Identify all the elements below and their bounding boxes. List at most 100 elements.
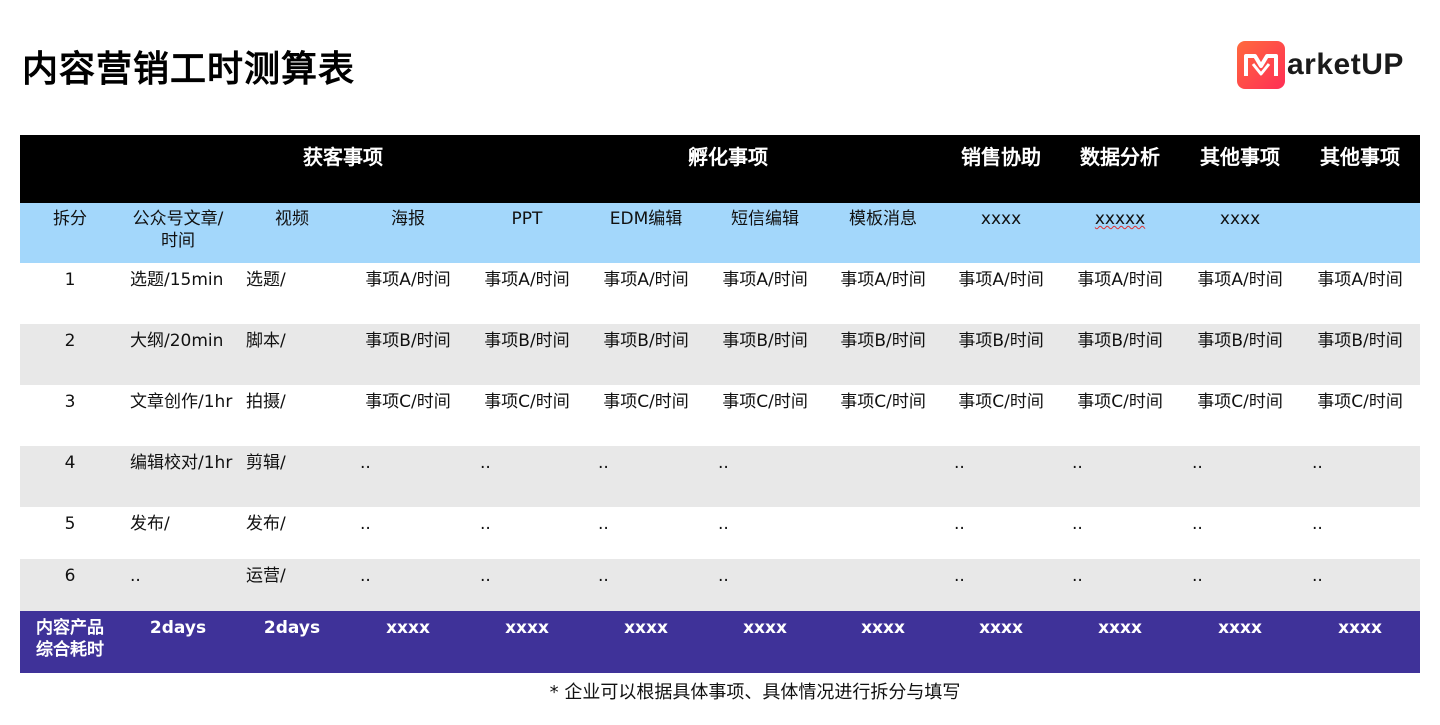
cell	[824, 559, 943, 611]
cell: ..	[348, 559, 468, 611]
col-sms: 短信编辑	[706, 203, 825, 263]
cell: ..	[586, 507, 707, 559]
cell: 事项C/时间	[586, 385, 707, 446]
worktime-table: 获客事项 孵化事项 销售协助 数据分析 其他事项 其他事项 拆分 公众号文章/时…	[20, 135, 1421, 673]
total-label: 内容产品综合耗时	[20, 611, 120, 673]
cell: ..	[468, 446, 586, 507]
total-value: 2days	[236, 611, 348, 673]
cell	[824, 507, 943, 559]
cell: 事项A/时间	[586, 263, 707, 324]
page-title: 内容营销工时测算表	[22, 49, 356, 90]
marketup-m-icon	[1237, 41, 1285, 89]
cell: ..	[706, 507, 825, 559]
cell: 事项B/时间	[824, 324, 943, 385]
cell: 事项A/时间	[1300, 263, 1421, 324]
cell: ..	[468, 507, 586, 559]
cell: 事项A/时间	[468, 263, 586, 324]
article-step: ..	[120, 559, 236, 611]
col-poster: 海报	[348, 203, 468, 263]
col-ppt: PPT	[468, 203, 586, 263]
row-number: 1	[20, 263, 120, 324]
article-step: 编辑校对/1hr	[120, 446, 236, 507]
cell: ..	[1060, 446, 1181, 507]
cell: 事项C/时间	[468, 385, 586, 446]
cell: 事项C/时间	[1180, 385, 1301, 446]
cell: 事项B/时间	[348, 324, 468, 385]
cell: 事项B/时间	[468, 324, 586, 385]
table-row: 1 选题/15min 选题/ 事项A/时间 事项A/时间 事项A/时间 事项A/…	[20, 263, 1421, 324]
group-data-analysis: 数据分析	[1060, 135, 1181, 203]
group-incubation: 孵化事项	[688, 145, 769, 169]
marketup-logo: arketUP	[1237, 41, 1404, 89]
cell: 事项C/时间	[824, 385, 943, 446]
cell: 事项A/时间	[942, 263, 1061, 324]
table-row: 3 文章创作/1hr 拍摄/ 事项C/时间 事项C/时间 事项C/时间 事项C/…	[20, 385, 1421, 446]
cell: ..	[1060, 507, 1181, 559]
total-value: xxxx	[706, 611, 825, 673]
cell: ..	[1300, 559, 1421, 611]
col-video: 视频	[236, 203, 348, 263]
cell: ..	[706, 446, 825, 507]
total-value: xxxx	[1300, 611, 1421, 673]
row-number: 3	[20, 385, 120, 446]
cell: 事项B/时间	[1060, 324, 1181, 385]
cell: 事项C/时间	[942, 385, 1061, 446]
cell: 事项B/时间	[586, 324, 707, 385]
group-sales-assist: 销售协助	[942, 135, 1061, 203]
cell: ..	[348, 507, 468, 559]
col-template-msg: 模板消息	[824, 203, 943, 263]
cell: ..	[1180, 559, 1301, 611]
cell: 事项C/时间	[1300, 385, 1421, 446]
col-split: 拆分	[20, 203, 120, 263]
cell: 事项A/时间	[1180, 263, 1301, 324]
logo-text: arketUP	[1287, 48, 1404, 81]
article-step: 发布/	[120, 507, 236, 559]
total-value: xxxx	[942, 611, 1061, 673]
cell: ..	[586, 446, 707, 507]
row-number: 2	[20, 324, 120, 385]
sub-header-row: 拆分 公众号文章/时间 视频 海报 PPT EDM编辑 短信编辑 模板消息 xx…	[20, 203, 1421, 263]
cell: ..	[1300, 446, 1421, 507]
cell: ..	[1180, 507, 1301, 559]
col-xxxx-1: xxxx	[942, 203, 1061, 263]
cell: 事项B/时间	[942, 324, 1061, 385]
cell: ..	[586, 559, 707, 611]
total-value: 2days	[120, 611, 236, 673]
cell: 事项C/时间	[348, 385, 468, 446]
total-value: xxxx	[468, 611, 586, 673]
video-step: 选题/	[236, 263, 348, 324]
col-blank	[1300, 203, 1421, 263]
cell: 事项A/时间	[1060, 263, 1181, 324]
total-value: xxxx	[348, 611, 468, 673]
cell	[824, 446, 943, 507]
cell: 事项B/时间	[706, 324, 825, 385]
group-header-row: 获客事项 孵化事项 销售协助 数据分析 其他事项 其他事项	[20, 135, 1421, 203]
col-edm: EDM编辑	[586, 203, 707, 263]
video-step: 运营/	[236, 559, 348, 611]
cell: ..	[942, 446, 1061, 507]
table-row: 4 编辑校对/1hr 剪辑/ .. .. .. .. .. .. .. ..	[20, 446, 1421, 507]
article-step: 选题/15min	[120, 263, 236, 324]
cell: ..	[706, 559, 825, 611]
group-acquisition: 获客事项	[303, 145, 384, 169]
footnote: * 企业可以根据具体事项、具体情况进行拆分与填写	[549, 682, 961, 703]
article-step: 大纲/20min	[120, 324, 236, 385]
cell: ..	[1060, 559, 1181, 611]
table-row: 5 发布/ 发布/ .. .. .. .. .. .. .. ..	[20, 507, 1421, 559]
cell: 事项C/时间	[706, 385, 825, 446]
video-step: 剪辑/	[236, 446, 348, 507]
table-row: 2 大纲/20min 脚本/ 事项B/时间 事项B/时间 事项B/时间 事项B/…	[20, 324, 1421, 385]
cell: 事项A/时间	[824, 263, 943, 324]
total-value: xxxx	[1060, 611, 1181, 673]
row-number: 6	[20, 559, 120, 611]
total-value: xxxx	[824, 611, 943, 673]
cell: ..	[942, 507, 1061, 559]
total-value: xxxx	[586, 611, 707, 673]
total-value: xxxx	[1180, 611, 1301, 673]
cell: ..	[1180, 446, 1301, 507]
cell: ..	[348, 446, 468, 507]
article-step: 文章创作/1hr	[120, 385, 236, 446]
cell: ..	[1300, 507, 1421, 559]
video-step: 拍摄/	[236, 385, 348, 446]
col-xxxxx: xxxxx	[1094, 209, 1146, 229]
